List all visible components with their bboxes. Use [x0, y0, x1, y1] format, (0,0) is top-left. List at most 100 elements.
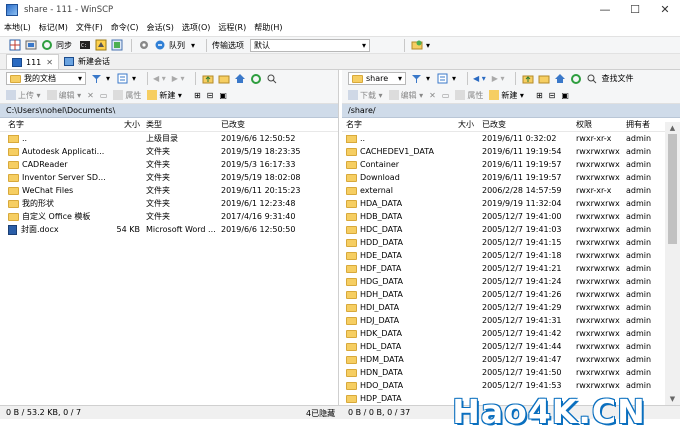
- menu-mark[interactable]: 标记(M): [35, 22, 72, 33]
- select-all-icon[interactable]: ⊞: [536, 91, 543, 100]
- deselect-icon[interactable]: ⊟: [549, 91, 556, 100]
- find-files-icon[interactable]: [585, 72, 598, 85]
- parent-folder-icon[interactable]: [201, 72, 214, 85]
- table-row[interactable]: CACHEDEV1_DATA 2019/6/11 19:19:54 rwxrwxrw…: [342, 145, 680, 158]
- table-row[interactable]: .. 上级目录 2019/6/6 12:50:52: [0, 132, 338, 145]
- queue-label[interactable]: 队列: [169, 40, 185, 51]
- queue-dropdown-arrow[interactable]: ▾: [191, 41, 195, 50]
- table-row[interactable]: HDC_DATA 2005/12/7 19:41:03 rwxrwxrwx admin: [342, 223, 680, 236]
- properties-button[interactable]: 属性: [455, 90, 483, 101]
- column-name[interactable]: 名字: [8, 119, 24, 130]
- table-row[interactable]: HDJ_DATA 2005/12/7 19:41:31 rwxrwxrwx admin: [342, 314, 680, 327]
- sync-label[interactable]: 同步: [56, 40, 72, 51]
- new-button[interactable]: 新建 ▾: [147, 90, 182, 101]
- column-changed[interactable]: 已改变: [482, 119, 506, 130]
- table-row[interactable]: Autodesk Applicati... 文件夹 2019/5/19 18:23:…: [0, 145, 338, 158]
- table-row[interactable]: Download 2019/6/11 19:19:57 rwxrwxrwx admin: [342, 171, 680, 184]
- synchronize-browsing-icon[interactable]: [24, 39, 37, 52]
- table-row[interactable]: WeChat Files 文件夹 2019/6/11 20:15:23: [0, 184, 338, 197]
- invert-selection-icon[interactable]: ▣: [219, 91, 227, 100]
- transfer-settings-icon[interactable]: [410, 39, 423, 52]
- minimize-button[interactable]: —: [590, 0, 620, 19]
- table-row[interactable]: 我的形状 文件夹 2019/6/1 12:23:48: [0, 197, 338, 210]
- transfer-settings-select[interactable]: 默认 ▾: [250, 38, 371, 52]
- table-row[interactable]: Inventor Server SD... 文件夹 2019/5/19 18:02:…: [0, 171, 338, 184]
- table-row[interactable]: HDB_DATA 2005/12/7 19:41:00 rwxrwxrwx admin: [342, 210, 680, 223]
- table-row[interactable]: HDA_DATA 2019/9/19 11:32:04 rwxrwxrwx admin: [342, 197, 680, 210]
- table-row[interactable]: Container 2019/6/11 19:19:57 rwxrwxrwx admi…: [342, 158, 680, 171]
- close-icon[interactable]: ✕: [46, 58, 53, 67]
- close-button[interactable]: ✕: [650, 0, 680, 19]
- invert-selection-icon[interactable]: ▣: [561, 91, 569, 100]
- delete-icon[interactable]: ✕: [429, 91, 436, 100]
- find-icon[interactable]: [265, 72, 278, 85]
- download-button[interactable]: 下载 ▾: [348, 90, 383, 101]
- upload-button[interactable]: 上传 ▾: [6, 90, 41, 101]
- transfer-settings-dropdown-arrow[interactable]: ▾: [426, 41, 430, 50]
- filter-list-icon[interactable]: [116, 72, 129, 85]
- putty-icon[interactable]: [94, 39, 107, 52]
- root-folder-icon[interactable]: [217, 72, 230, 85]
- table-row[interactable]: HDK_DATA 2005/12/7 19:41:42 rwxrwxrwx admin: [342, 327, 680, 340]
- scroll-up-icon[interactable]: ▲: [665, 122, 680, 134]
- column-type[interactable]: 类型: [146, 119, 162, 130]
- menu-session[interactable]: 会话(S): [143, 22, 178, 33]
- scrollbar-thumb[interactable]: [668, 134, 677, 244]
- filter-dropdown-arrow[interactable]: ▾: [106, 74, 110, 83]
- menu-options[interactable]: 选项(O): [178, 22, 215, 33]
- table-row[interactable]: HDL_DATA 2005/12/7 19:41:44 rwxrwxrwx admin: [342, 340, 680, 353]
- table-row[interactable]: HDI_DATA 2005/12/7 19:41:29 rwxrwxrwx admin: [342, 301, 680, 314]
- root-folder-icon[interactable]: [537, 72, 550, 85]
- refresh-icon[interactable]: [569, 72, 582, 85]
- column-size[interactable]: 大小: [454, 119, 474, 130]
- menu-remote[interactable]: 远程(R): [214, 22, 250, 33]
- menu-local[interactable]: 本地(L): [0, 22, 35, 33]
- home-icon[interactable]: [233, 72, 246, 85]
- forward-arrow-icon[interactable]: ▶ ▾: [172, 74, 185, 83]
- rename-icon[interactable]: ▭: [442, 91, 450, 100]
- table-row[interactable]: HDF_DATA 2005/12/7 19:41:21 rwxrwxrwx admin: [342, 262, 680, 275]
- filter-list-dropdown-arrow[interactable]: ▾: [452, 74, 456, 83]
- table-row[interactable]: HDN_DATA 2005/12/7 19:41:50 rwxrwxrwx admin: [342, 366, 680, 379]
- filter-icon[interactable]: [410, 72, 423, 85]
- filter-icon[interactable]: [90, 72, 103, 85]
- edit-button[interactable]: 编辑 ▾: [46, 90, 81, 101]
- edit-button[interactable]: 编辑 ▾: [388, 90, 423, 101]
- tab-session-111[interactable]: 111 ✕: [6, 54, 59, 69]
- filter-list-dropdown-arrow[interactable]: ▾: [132, 74, 136, 83]
- column-changed[interactable]: 已改变: [221, 119, 245, 130]
- filter-list-icon[interactable]: [436, 72, 449, 85]
- column-name[interactable]: 名字: [346, 119, 362, 130]
- column-owner[interactable]: 拥有者: [626, 119, 650, 130]
- table-row[interactable]: HDM_DATA 2005/12/7 19:41:47 rwxrwxrwx admin: [342, 353, 680, 366]
- maximize-button[interactable]: ☐: [620, 0, 650, 19]
- rename-icon[interactable]: ▭: [100, 91, 108, 100]
- queue-icon[interactable]: [153, 39, 166, 52]
- select-all-icon[interactable]: ⊞: [194, 91, 201, 100]
- table-row[interactable]: 自定义 Office 模板 文件夹 2017/4/16 9:31:40: [0, 210, 338, 223]
- table-row[interactable]: HDE_DATA 2005/12/7 19:41:18 rwxrwxrwx admin: [342, 249, 680, 262]
- table-row[interactable]: HDH_DATA 2005/12/7 19:41:26 rwxrwxrwx admin: [342, 288, 680, 301]
- compare-directories-icon[interactable]: [8, 39, 21, 52]
- back-arrow-icon[interactable]: ◀ ▾: [153, 74, 166, 83]
- find-files-label[interactable]: 查找文件: [601, 73, 633, 84]
- table-row[interactable]: CADReader 文件夹 2019/5/3 16:17:33: [0, 158, 338, 171]
- local-location-select[interactable]: 我的文档 ▾: [6, 72, 86, 85]
- delete-icon[interactable]: ✕: [87, 91, 94, 100]
- parent-folder-icon[interactable]: [521, 72, 534, 85]
- preferences-gear-icon[interactable]: [137, 39, 150, 52]
- sync-icon[interactable]: [40, 39, 53, 52]
- menu-commands[interactable]: 命令(C): [107, 22, 143, 33]
- remote-scrollbar[interactable]: ▲ ▼: [665, 122, 680, 405]
- column-size[interactable]: 大小: [120, 119, 140, 130]
- properties-button[interactable]: 属性: [113, 90, 141, 101]
- menu-help[interactable]: 帮助(H): [250, 22, 286, 33]
- forward-arrow-icon[interactable]: ▶ ▾: [492, 74, 505, 83]
- console-icon[interactable]: C:: [78, 39, 91, 52]
- table-row[interactable]: external 2006/2/28 14:57:59 rwxr-xr-x admin: [342, 184, 680, 197]
- back-arrow-icon[interactable]: ◀ ▾: [473, 74, 486, 83]
- filter-dropdown-arrow[interactable]: ▾: [426, 74, 430, 83]
- tab-new-session[interactable]: 新建会话: [59, 54, 115, 69]
- table-row[interactable]: 封面.docx 54 KB Microsoft Word ... 2019/6/6 1…: [0, 223, 338, 236]
- deselect-icon[interactable]: ⊟: [207, 91, 214, 100]
